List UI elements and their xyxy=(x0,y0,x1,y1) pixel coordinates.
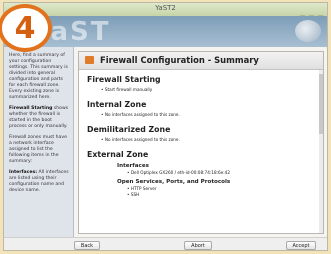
step-number-badge: 4 xyxy=(0,4,52,52)
firewall-icon xyxy=(85,56,94,64)
yast-header: YaST xyxy=(4,16,327,47)
section-heading: External Zone xyxy=(87,150,149,159)
subsection-heading: Open Services, Ports, and Protocols xyxy=(117,179,231,185)
section-heading: Demilitarized Zone xyxy=(87,125,171,134)
summary-item: HTTP Server xyxy=(127,186,319,191)
panel-header: Firewall Configuration - Summary xyxy=(79,52,323,70)
summary-item: SSH xyxy=(127,192,319,197)
section-heading: Firewall Starting xyxy=(87,75,161,84)
scrollbar[interactable] xyxy=(319,70,323,233)
subsection-heading: Interfaces xyxy=(117,163,149,169)
summary-panel: Firewall Configuration - Summary Firewal… xyxy=(78,51,324,234)
window-title: YaST2 xyxy=(155,4,176,12)
summary-content: Firewall Starting Start firewall manuall… xyxy=(87,75,319,197)
back-button[interactable]: Back xyxy=(74,241,100,250)
yast-window: YaST2 _□× YaST Here, find a summary of y… xyxy=(3,2,328,251)
help-sidebar: Here, find a summary of your configurati… xyxy=(4,47,74,237)
scrollbar-thumb[interactable] xyxy=(319,74,323,134)
help-paragraph: Firewall Starting shows whether the fire… xyxy=(9,106,69,130)
help-term: Firewall Starting xyxy=(9,106,53,111)
title-bar: YaST2 _□× xyxy=(4,3,327,22)
panel-title: Firewall Configuration - Summary xyxy=(100,55,259,65)
help-paragraph: Interfaces: All interfaces are listed us… xyxy=(9,170,69,194)
help-term: Interfaces: xyxy=(9,170,38,175)
summary-item: Dell Optiplex GX260 / eth-id-00:08:74:18… xyxy=(127,170,319,175)
section-heading: Internal Zone xyxy=(87,100,147,109)
accept-button[interactable]: Accept xyxy=(286,241,316,250)
suse-emblem-icon xyxy=(295,20,321,42)
help-paragraph: Here, find a summary of your configurati… xyxy=(9,53,68,100)
help-paragraph: Firewall zones must have a network inter… xyxy=(9,135,67,164)
abort-button[interactable]: Abort xyxy=(184,241,212,250)
button-bar: Back Abort Accept xyxy=(4,237,327,250)
